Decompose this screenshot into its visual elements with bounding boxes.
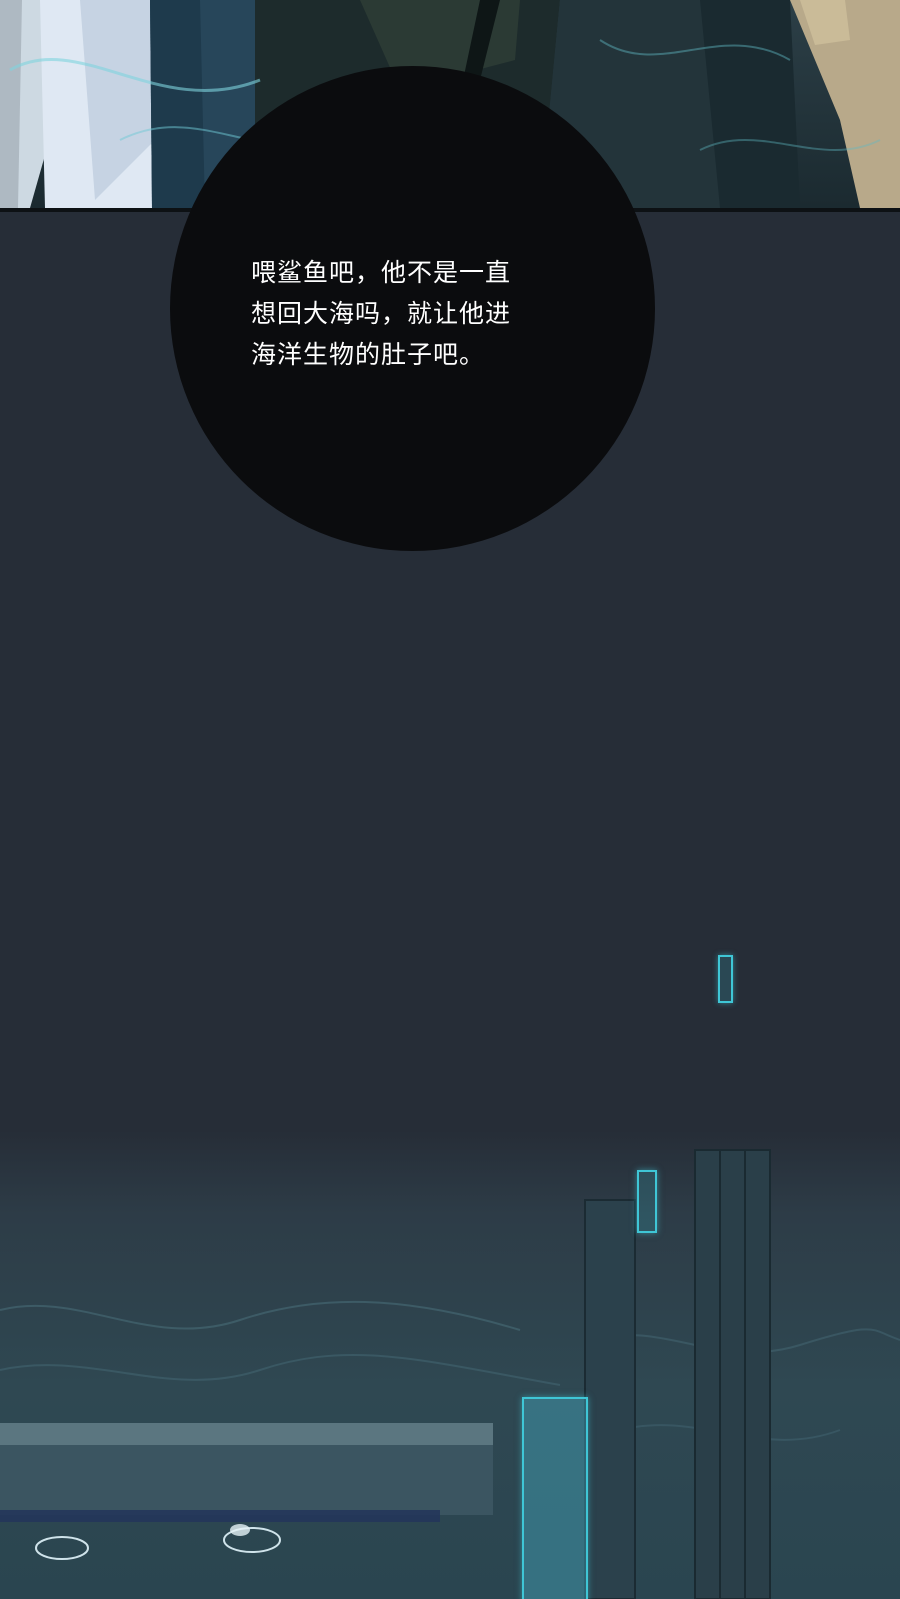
speech-text: 喂鲨鱼吧，他不是一直 想回大海吗，就让他进 海洋生物的肚子吧。 (251, 258, 512, 369)
comic-page: 喂鲨鱼吧，他不是一直 想回大海吗，就让他进 海洋生物的肚子吧。 (0, 0, 900, 1599)
bottom-comic-panel (0, 1130, 900, 1599)
glow-marker (718, 955, 733, 1003)
water-tank-icon (0, 1149, 900, 1599)
glow-pillar (522, 1397, 588, 1599)
glow-marker (637, 1170, 657, 1233)
